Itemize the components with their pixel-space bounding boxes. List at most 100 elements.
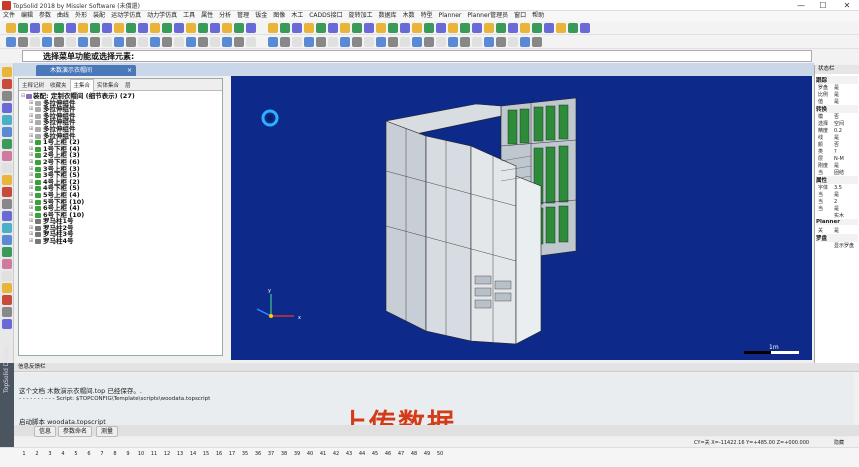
expand-icon[interactable]: ⊞	[29, 152, 33, 159]
layer-number-button[interactable]: 44	[356, 450, 368, 458]
toolbar-button[interactable]	[472, 23, 482, 33]
menu-item[interactable]: 曲线	[54, 11, 72, 21]
expand-icon[interactable]: ⊞	[29, 218, 33, 225]
menu-item[interactable]: 窗口	[511, 11, 529, 21]
tree-tab[interactable]: 主集合	[69, 79, 95, 92]
toolbar-button[interactable]	[150, 37, 160, 47]
left-tool-button[interactable]	[2, 259, 12, 269]
menu-item[interactable]: 运动学仿真	[108, 11, 144, 21]
expand-icon[interactable]: ⊞	[29, 172, 33, 179]
toolbar-button[interactable]	[90, 23, 100, 33]
left-tool-button[interactable]	[2, 163, 12, 173]
menu-item[interactable]: 装配	[90, 11, 108, 21]
tree-item[interactable]: ⊞ 罗马柱4号	[21, 238, 221, 245]
toolbar-button[interactable]	[198, 37, 208, 47]
layer-number-button[interactable]: 12	[161, 450, 173, 458]
toolbar-button[interactable]	[198, 23, 208, 33]
toolbar-button[interactable]	[388, 37, 398, 47]
left-tool-button[interactable]	[2, 235, 12, 245]
toolbar-button[interactable]	[268, 37, 278, 47]
left-tool-button[interactable]	[2, 67, 12, 77]
menu-item[interactable]: 分析	[216, 11, 234, 21]
tree-tab[interactable]: 主释记树	[19, 80, 47, 92]
layer-number-button[interactable]: 40	[304, 450, 316, 458]
expand-icon[interactable]: ⊞	[29, 146, 33, 153]
toolbar-button[interactable]	[460, 37, 470, 47]
toolbar-button[interactable]	[150, 23, 160, 33]
layer-number-button[interactable]: 16	[213, 450, 225, 458]
expand-icon[interactable]: ⊞	[29, 106, 33, 113]
left-tool-button[interactable]	[2, 223, 12, 233]
close-tab-icon[interactable]: ×	[127, 65, 132, 76]
toolbar-button[interactable]	[78, 37, 88, 47]
toolbar-button[interactable]	[400, 37, 410, 47]
toolbar-button[interactable]	[138, 23, 148, 33]
layer-number-button[interactable]: 50	[434, 450, 446, 458]
expand-icon[interactable]: ⊞	[29, 212, 33, 219]
toolbar-button[interactable]	[292, 37, 302, 47]
toolbar-button[interactable]	[436, 37, 446, 47]
status-property-row[interactable]: 线是	[818, 134, 839, 141]
maximize-button[interactable]: ☐	[812, 0, 834, 11]
layer-number-button[interactable]: 43	[343, 450, 355, 458]
toolbar-button[interactable]	[186, 23, 196, 33]
left-tool-button[interactable]	[2, 211, 12, 221]
menu-item[interactable]: 钣金	[252, 11, 270, 21]
toolbar-button[interactable]	[304, 37, 314, 47]
layer-number-button[interactable]: 7	[96, 450, 108, 458]
expand-icon[interactable]: ⊞	[29, 231, 33, 238]
toolbar-button[interactable]	[102, 23, 112, 33]
toolbar-button[interactable]	[520, 37, 530, 47]
tab-measure[interactable]: 测量	[96, 426, 119, 437]
layer-number-button[interactable]: 9	[122, 450, 134, 458]
toolbar-button[interactable]	[436, 23, 446, 33]
toolbar-button[interactable]	[66, 23, 76, 33]
left-tool-button[interactable]	[2, 187, 12, 197]
layer-number-button[interactable]: 13	[174, 450, 186, 458]
menu-item[interactable]: 木工	[288, 11, 306, 21]
toolbar-button[interactable]	[424, 37, 434, 47]
left-tool-button[interactable]	[2, 199, 12, 209]
menu-item[interactable]: 编辑	[18, 11, 36, 21]
left-tool-button[interactable]	[2, 271, 12, 281]
toolbar-button[interactable]	[268, 23, 278, 33]
tree-tab[interactable]: 实体集合	[94, 80, 122, 92]
toolbar-button[interactable]	[162, 23, 172, 33]
toolbar-button[interactable]	[234, 37, 244, 47]
layer-number-button[interactable]: 17	[226, 450, 238, 458]
layer-number-button[interactable]: 35	[239, 450, 251, 458]
document-tab[interactable]: 木数演示衣帽间 ×	[36, 65, 136, 76]
menu-item[interactable]: 数据库	[376, 11, 400, 21]
toolbar-button[interactable]	[388, 23, 398, 33]
layer-number-button[interactable]: 8	[109, 450, 121, 458]
expand-icon[interactable]: ⊞	[29, 126, 33, 133]
layer-number-button[interactable]: 5	[70, 450, 82, 458]
toolbar-button[interactable]	[520, 23, 530, 33]
toolbar-button[interactable]	[328, 23, 338, 33]
tab-parameter-naming[interactable]: 参数命名	[58, 426, 93, 437]
layer-number-button[interactable]: 37	[265, 450, 277, 458]
status-property-row[interactable]: 实木	[818, 212, 844, 219]
left-tool-button[interactable]	[2, 307, 12, 317]
toolbar-button[interactable]	[484, 23, 494, 33]
status-property-row[interactable]: 值是	[818, 98, 839, 105]
toolbar-button[interactable]	[18, 23, 28, 33]
3d-viewport[interactable]: x y 1m	[231, 76, 812, 360]
toolbar-button[interactable]	[162, 37, 172, 47]
toolbar-button[interactable]	[6, 23, 16, 33]
layer-number-button[interactable]: 46	[382, 450, 394, 458]
toolbar-button[interactable]	[210, 23, 220, 33]
status-property-row[interactable]: 选择 空间	[818, 120, 844, 127]
status-property-row[interactable]: 字体 3.5	[818, 184, 842, 191]
toolbar-button[interactable]	[484, 37, 494, 47]
command-prompt[interactable]: 选择菜单功能或选择元素:	[22, 50, 812, 62]
left-tool-button[interactable]	[2, 139, 12, 149]
toolbar-button[interactable]	[292, 23, 302, 33]
close-button[interactable]: ✕	[836, 0, 858, 11]
status-property-row[interactable]: 关是	[818, 227, 839, 234]
left-tool-button[interactable]	[2, 79, 12, 89]
status-property-row[interactable]: 模否	[818, 113, 839, 120]
expand-icon[interactable]: ⊞	[29, 205, 33, 212]
toolbar-button[interactable]	[580, 23, 590, 33]
toolbar-button[interactable]	[280, 37, 290, 47]
